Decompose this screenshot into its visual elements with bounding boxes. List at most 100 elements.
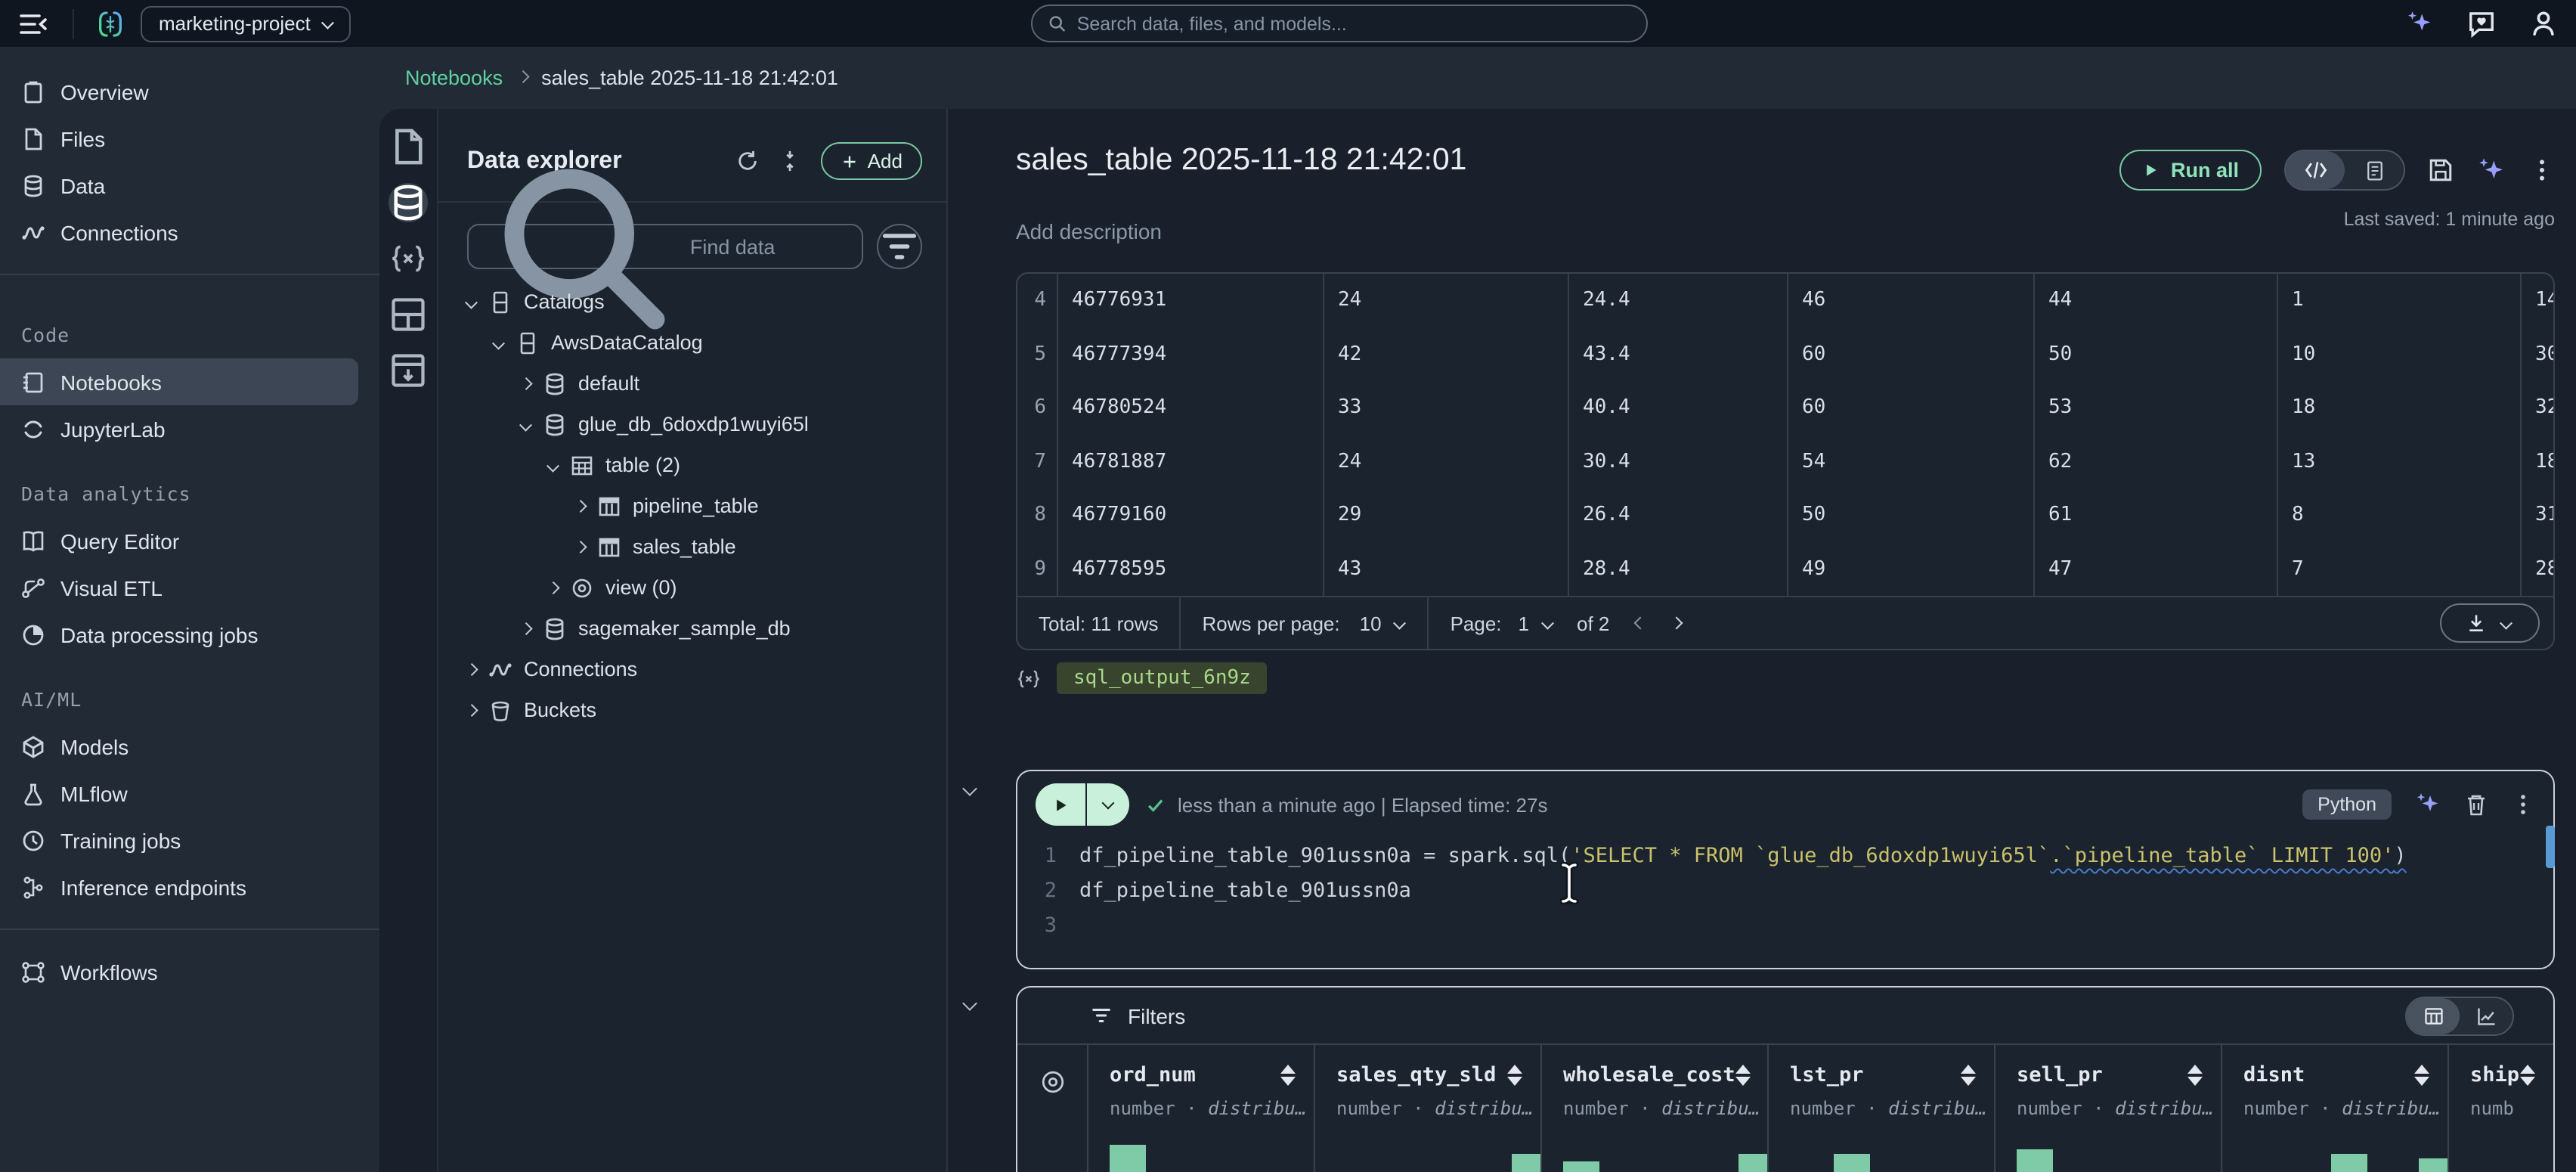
sort-icon[interactable]	[2520, 1065, 2535, 1086]
breadcrumb-notebooks-link[interactable]: Notebooks	[405, 67, 503, 89]
find-data-field[interactable]	[467, 224, 863, 269]
table-cell[interactable]: 46781887	[1057, 435, 1323, 488]
table-cell[interactable]: 28	[2520, 542, 2553, 596]
sidebar-item-inference-endpoints[interactable]: Inference endpoints	[0, 863, 358, 910]
delete-cell-icon[interactable]	[2464, 792, 2488, 817]
table-cell[interactable]: 13	[2277, 435, 2520, 488]
sidebar-item-data[interactable]: Data	[0, 162, 358, 209]
table-cell[interactable]: 10	[2277, 327, 2520, 381]
previous-page-icon[interactable]	[1633, 617, 1646, 630]
sidebar-item-mlflow[interactable]: MLflow	[0, 770, 358, 817]
code-doc-view-toggle[interactable]	[2284, 150, 2405, 191]
download-results-button[interactable]	[2440, 603, 2540, 643]
table-cell[interactable]: 32	[2520, 381, 2553, 435]
table-cell[interactable]: 46779160	[1057, 488, 1323, 542]
table-cell[interactable]: 30	[2520, 327, 2553, 381]
chevron-right-icon[interactable]	[520, 622, 532, 634]
table-cell[interactable]: 46780524	[1057, 381, 1323, 435]
refresh-icon[interactable]	[736, 150, 759, 172]
ai-sparkle-icon[interactable]	[2414, 791, 2441, 818]
sidebar-item-models[interactable]: Models	[0, 723, 358, 770]
chevron-down-icon[interactable]	[1541, 617, 1553, 629]
code-line[interactable]: 1df_pipeline_table_901ussn0a = spark.sql…	[1017, 838, 2553, 873]
chevron-down-icon[interactable]	[520, 418, 532, 430]
code-view-segment[interactable]	[2286, 151, 2345, 189]
global-search[interactable]	[1031, 5, 1648, 42]
table-cell[interactable]: 31	[2520, 488, 2553, 542]
run-cell-split-button[interactable]	[1036, 783, 1129, 826]
page-value[interactable]: 1	[1519, 612, 1529, 634]
table-cell[interactable]: 62	[2033, 435, 2277, 488]
table-cell[interactable]: 54	[1787, 435, 2033, 488]
tree-filter-button[interactable]	[877, 224, 922, 269]
code-line[interactable]: 2df_pipeline_table_901ussn0a	[1017, 873, 2553, 907]
ai-sparkle-icon[interactable]	[2476, 155, 2506, 185]
user-profile-icon[interactable]	[2529, 9, 2558, 38]
sidebar-item-query-editor[interactable]: Query Editor	[0, 517, 358, 564]
row-index-cell[interactable]: 8	[1017, 488, 1057, 542]
table-view-segment[interactable]	[2407, 997, 2460, 1034]
row-index-cell[interactable]: 4	[1017, 274, 1057, 327]
sidebar-item-visual-etl[interactable]: Visual ETL	[0, 564, 358, 611]
table-cell[interactable]: 26.4	[1568, 488, 1787, 542]
save-icon[interactable]	[2428, 157, 2454, 183]
strip-files-icon[interactable]	[389, 127, 428, 166]
tree-item-default[interactable]: default	[438, 363, 946, 404]
chevron-down-icon[interactable]	[547, 459, 559, 471]
table-cell[interactable]: 46	[1787, 274, 2033, 327]
project-selector[interactable]: marketing-project	[141, 5, 351, 42]
strip-table-import-icon[interactable]	[389, 351, 428, 390]
run-cell-button[interactable]	[1036, 783, 1085, 826]
menu-fold-icon[interactable]	[18, 11, 48, 36]
chevron-right-icon[interactable]	[574, 500, 587, 512]
chevron-right-icon[interactable]	[466, 663, 478, 675]
sagemaker-logo-icon[interactable]	[95, 8, 125, 39]
doc-view-segment[interactable]	[2345, 151, 2404, 189]
table-cell[interactable]: 61	[2033, 488, 2277, 542]
find-data-input[interactable]	[690, 235, 847, 258]
sidebar-item-connections[interactable]: Connections	[0, 209, 358, 256]
row-index-cell[interactable]: 6	[1017, 381, 1057, 435]
tree-item-table-2-[interactable]: table (2)	[438, 445, 946, 485]
tree-item-view-0-[interactable]: view (0)	[438, 567, 946, 608]
global-search-input[interactable]	[1077, 13, 1631, 34]
table-cell[interactable]: 28.4	[1568, 542, 1787, 596]
table-cell[interactable]: 44	[2033, 274, 2277, 327]
rows-per-page-value[interactable]: 10	[1360, 612, 1382, 634]
table-cell[interactable]: 60	[1787, 327, 2033, 381]
chevron-down-icon[interactable]	[466, 296, 478, 308]
sort-icon[interactable]	[2187, 1065, 2203, 1086]
row-index-cell[interactable]: 5	[1017, 327, 1057, 381]
table-cell[interactable]: 24.4	[1568, 274, 1787, 327]
table-cell[interactable]: 43.4	[1568, 327, 1787, 381]
sidebar-item-workflows[interactable]: Workflows	[0, 948, 358, 995]
sidebar-item-notebooks[interactable]: Notebooks	[0, 358, 358, 405]
table-cell[interactable]: 40.4	[1568, 381, 1787, 435]
table-cell[interactable]: 46777394	[1057, 327, 1323, 381]
sort-icon[interactable]	[1507, 1065, 1522, 1086]
table-cell[interactable]: 24	[1323, 435, 1568, 488]
ai-sparkle-icon[interactable]	[2405, 9, 2434, 38]
row-index-cell[interactable]: 9	[1017, 542, 1057, 596]
sort-icon[interactable]	[1735, 1065, 1751, 1086]
sidebar-item-jupyterlab[interactable]: JupyterLab	[0, 405, 358, 452]
notebook-description-placeholder[interactable]: Add description	[1016, 219, 1162, 243]
tree-item-sales-table[interactable]: sales_table	[438, 526, 946, 567]
more-options-icon[interactable]	[2529, 157, 2555, 183]
row-index-cell[interactable]: 7	[1017, 435, 1057, 488]
table-cell[interactable]: 43	[1323, 542, 1568, 596]
sidebar-item-data-processing-jobs[interactable]: Data processing jobs	[0, 611, 358, 658]
collapse-filters-cell-icon[interactable]	[962, 996, 977, 1011]
sidebar-item-overview[interactable]: Overview	[0, 68, 358, 115]
notebook-title[interactable]: sales_table 2025-11-18 21:42:01	[1016, 142, 1467, 178]
tree-item-sagemaker-sample-db[interactable]: sagemaker_sample_db	[438, 608, 946, 649]
scrollbar-thumb[interactable]	[2546, 826, 2555, 868]
table-cell[interactable]: 8	[2277, 488, 2520, 542]
strip-variables-icon[interactable]	[389, 239, 428, 278]
strip-layout-icon[interactable]	[389, 295, 428, 334]
table-cell[interactable]: 30.4	[1568, 435, 1787, 488]
table-cell[interactable]: 1	[2277, 274, 2520, 327]
sidebar-item-files[interactable]: Files	[0, 115, 358, 162]
table-cell[interactable]: 42	[1323, 327, 1568, 381]
sidebar-item-training-jobs[interactable]: Training jobs	[0, 817, 358, 863]
